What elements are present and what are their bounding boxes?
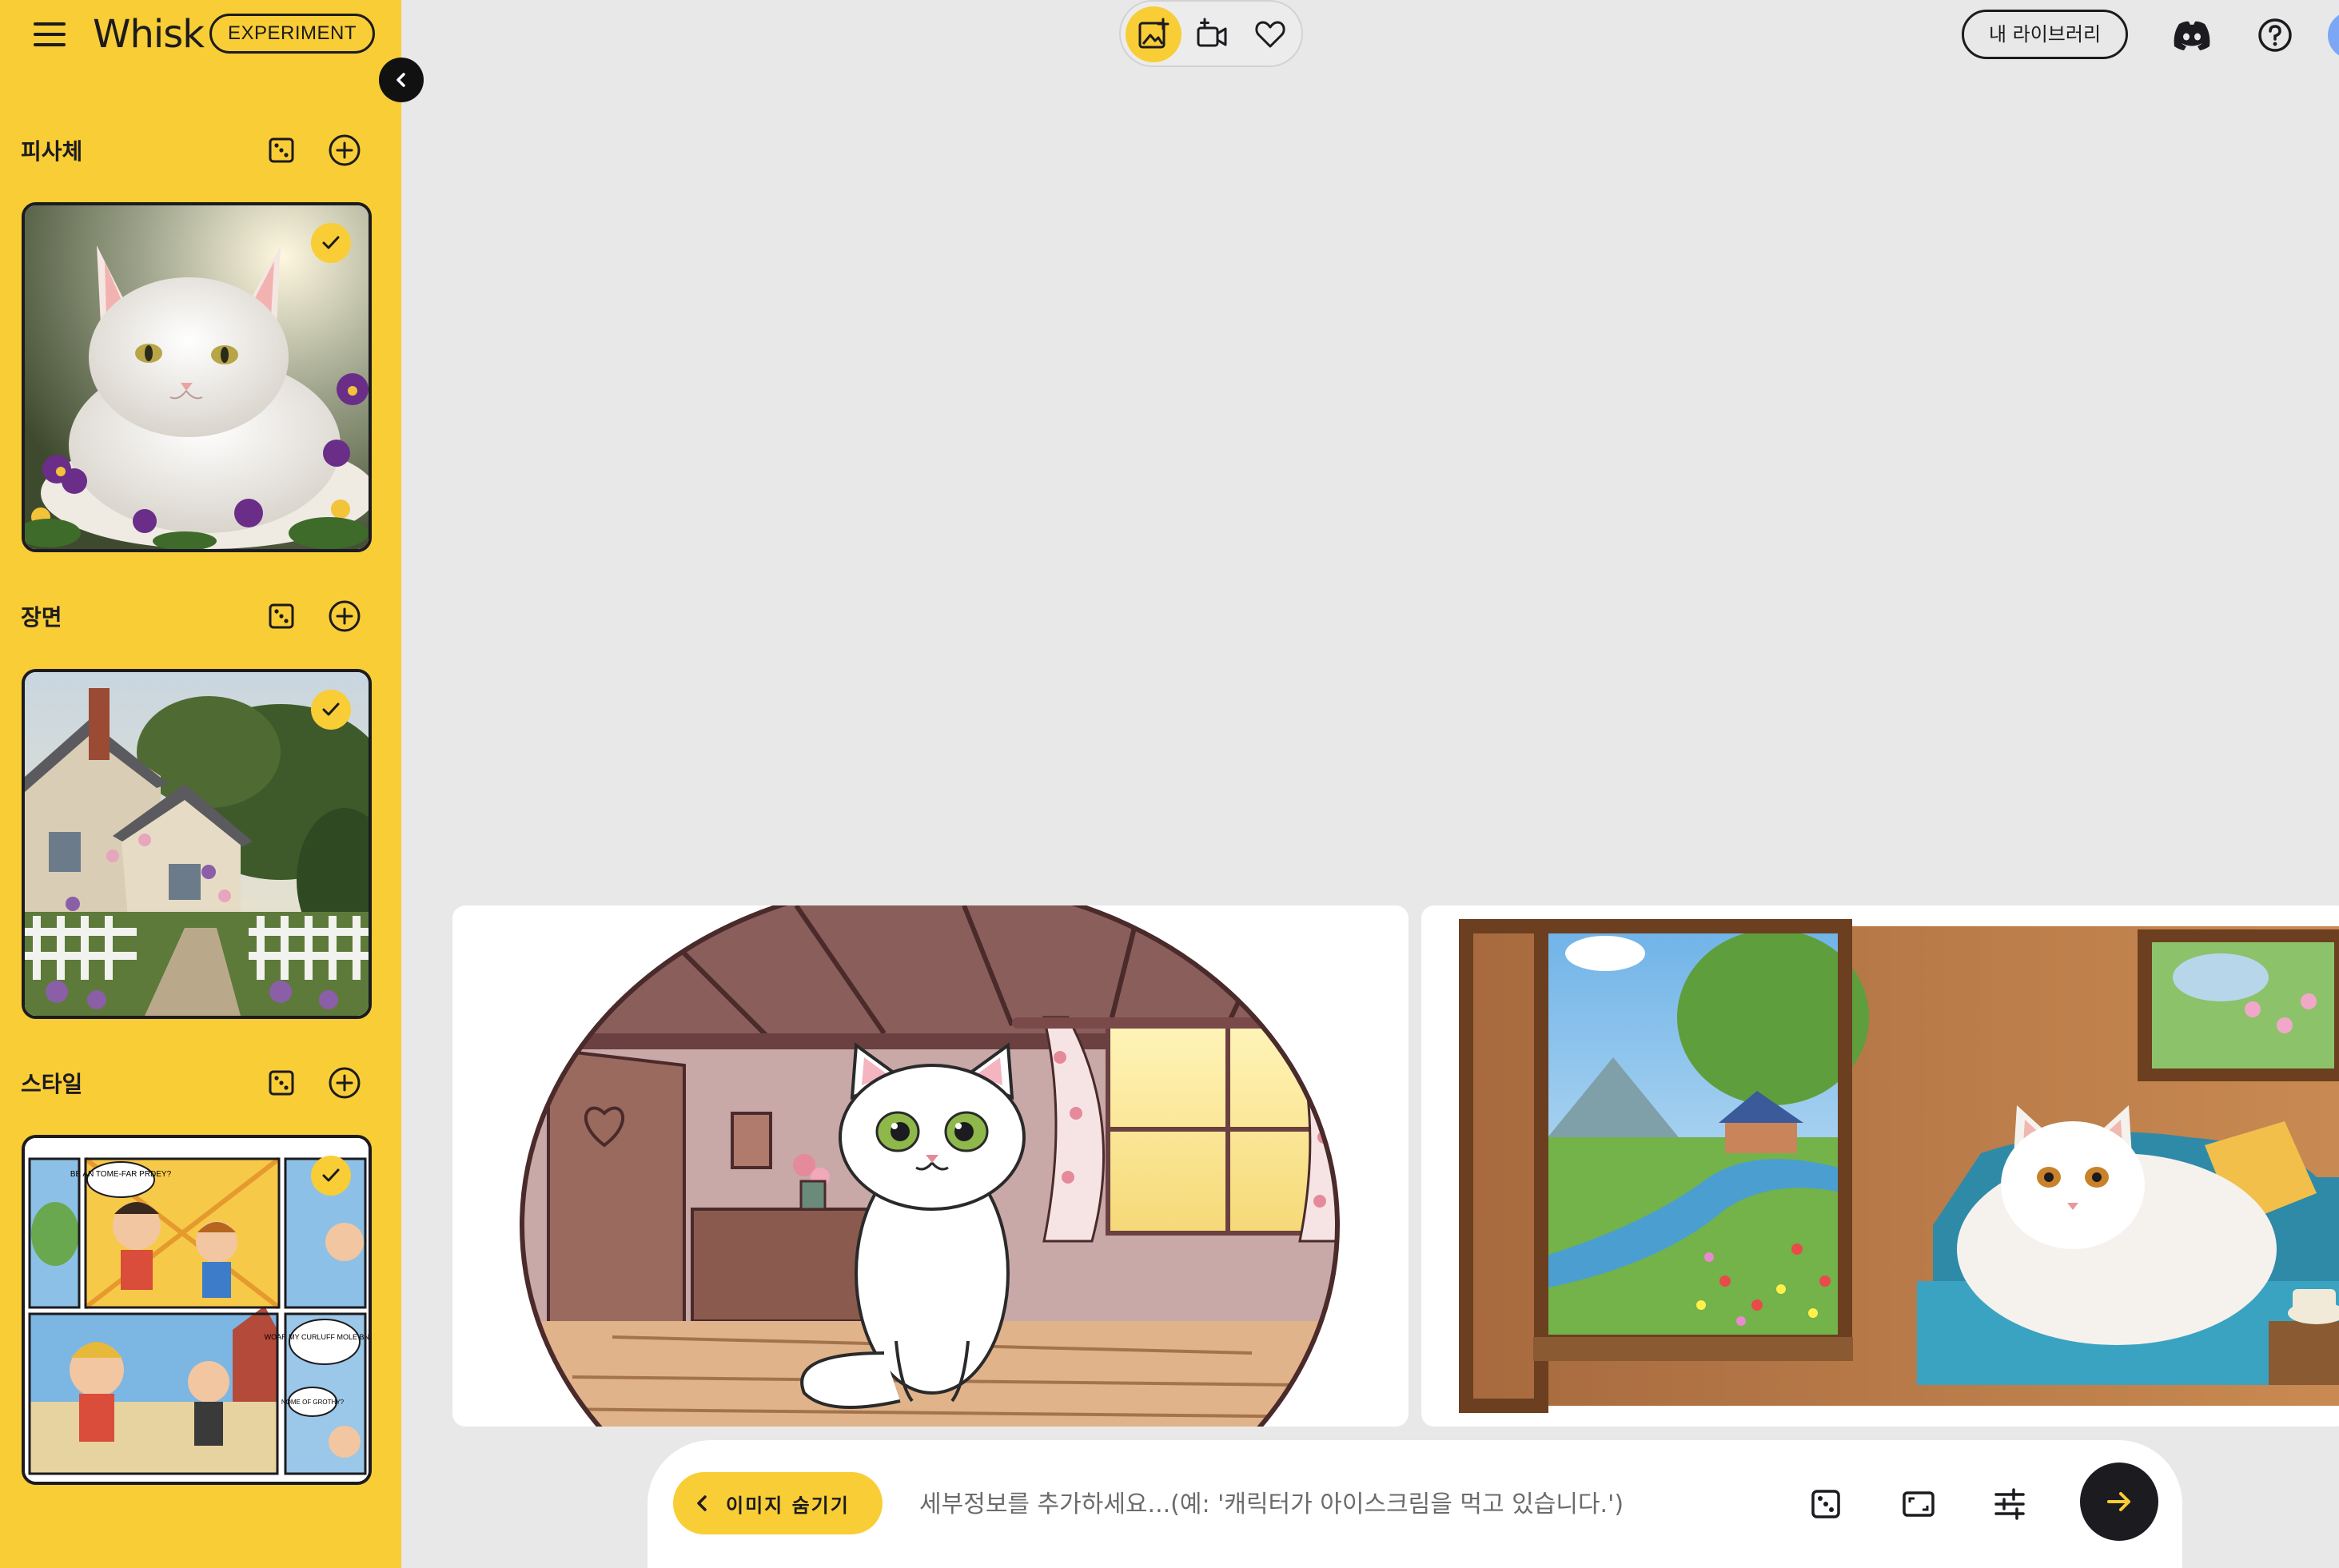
dice-icon <box>1811 1490 1840 1518</box>
heart-icon <box>1255 21 1285 48</box>
brand-logo: Whisk <box>93 12 205 57</box>
section-title-subject: 피사체 <box>21 138 83 165</box>
dice-icon[interactable] <box>264 1065 299 1100</box>
help-icon <box>2258 18 2292 52</box>
scene-image-card[interactable] <box>22 669 372 1019</box>
menu-icon[interactable] <box>34 22 66 46</box>
add-circle-icon[interactable] <box>327 133 362 168</box>
comic-bubble-2: WOAR MY CURLUFF MOLE BNUTY. <box>265 1333 369 1341</box>
video-mode-button[interactable] <box>1184 6 1240 62</box>
experiment-badge: EXPERIMENT <box>209 14 376 54</box>
favorites-button[interactable] <box>1242 6 1298 62</box>
discord-icon <box>2174 21 2210 50</box>
comic-bubble-3: NOME OF GROTHY? <box>281 1399 345 1406</box>
result-image-1[interactable] <box>452 905 1409 1427</box>
settings-button[interactable] <box>1987 1482 2032 1526</box>
sidebar-header: Whisk EXPERIMENT <box>0 0 401 72</box>
arrow-right-icon <box>2107 1492 2130 1511</box>
add-image-icon <box>1138 18 1170 49</box>
chevron-left-icon <box>697 1495 707 1511</box>
aspect-ratio-button[interactable] <box>1896 1482 1941 1526</box>
selected-check-icon <box>311 690 351 730</box>
prompt-bar: 이미지 숨기기 <box>648 1440 2182 1568</box>
add-circle-icon[interactable] <box>327 1065 362 1100</box>
submit-button[interactable] <box>2080 1463 2158 1541</box>
aspect-ratio-icon <box>1903 1491 1935 1517</box>
sidebar: Whisk EXPERIMENT 피사체 장면 스타일 BE AN TOME-F… <box>0 0 401 1568</box>
hide-images-label: 이미지 숨기기 <box>726 1494 850 1517</box>
subject-image-card[interactable] <box>22 202 372 552</box>
avatar[interactable] <box>2328 11 2339 59</box>
result-image-2[interactable] <box>1421 905 2339 1427</box>
dice-icon[interactable] <box>264 599 299 634</box>
add-circle-icon[interactable] <box>327 599 362 634</box>
section-title-scene: 장면 <box>21 604 62 631</box>
prompt-input[interactable] <box>919 1482 1639 1526</box>
window-cat-image <box>1459 919 2339 1413</box>
dice-icon[interactable] <box>264 133 299 168</box>
image-mode-button[interactable] <box>1126 6 1181 62</box>
chevron-left-icon <box>396 73 405 87</box>
tune-icon <box>1994 1488 2025 1520</box>
collapse-sidebar-button[interactable] <box>379 58 424 102</box>
help-button[interactable] <box>2253 13 2297 58</box>
video-icon <box>1197 18 1227 47</box>
selected-check-icon <box>311 223 351 263</box>
style-image-card[interactable]: BE AN TOME-FAR PRDEY? WOAR MY CURLUFF MO… <box>22 1135 372 1485</box>
cartoon-cat-image <box>520 905 1340 1427</box>
randomize-button[interactable] <box>1803 1482 1848 1526</box>
hide-images-button[interactable]: 이미지 숨기기 <box>673 1472 883 1534</box>
discord-button[interactable] <box>2170 13 2214 58</box>
mode-switcher <box>1119 0 1303 67</box>
section-title-style: 스타일 <box>21 1071 83 1097</box>
selected-check-icon <box>311 1156 351 1196</box>
my-library-button[interactable]: 내 라이브러리 <box>1962 10 2128 59</box>
